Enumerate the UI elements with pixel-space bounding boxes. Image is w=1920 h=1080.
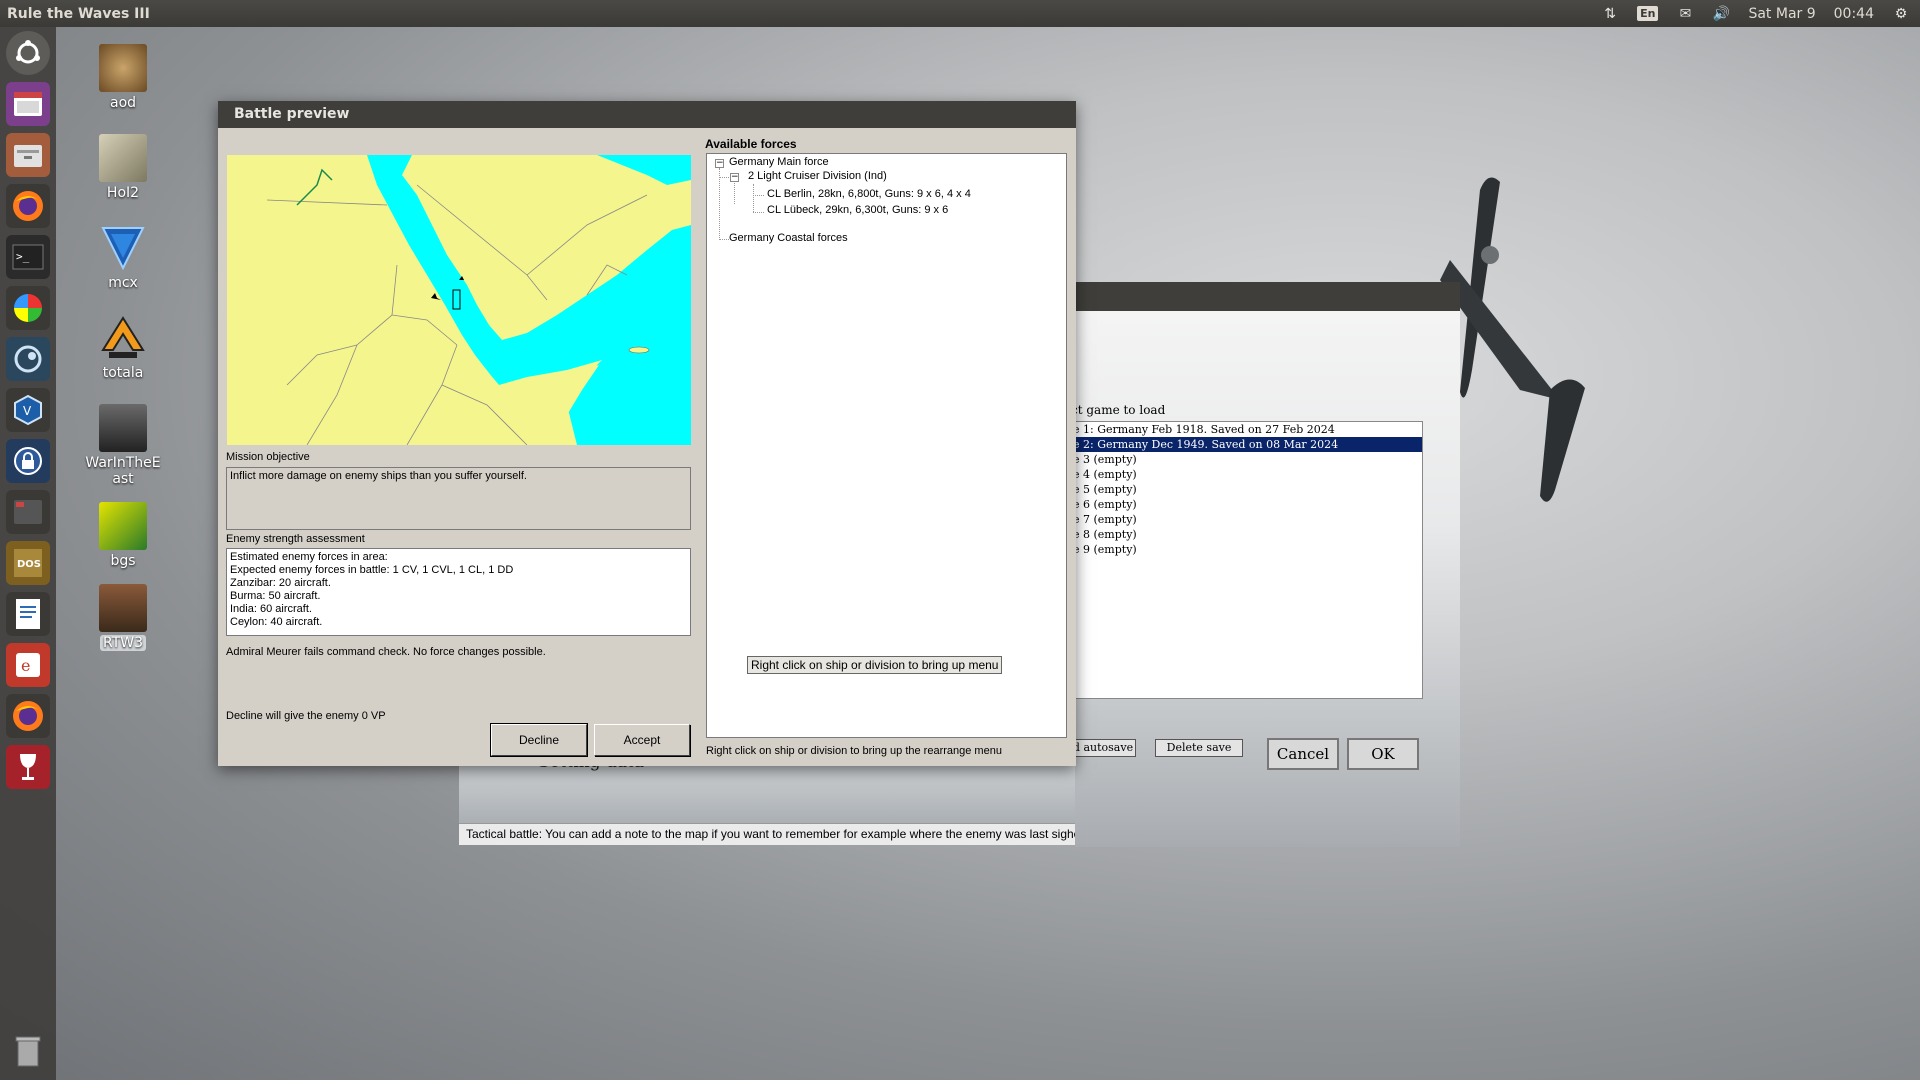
enemy-strength-line: India: 60 aircraft.: [230, 603, 312, 615]
collapse-main-force-toggle[interactable]: −: [715, 159, 724, 168]
decline-note-text: Decline will give the enemy 0 VP: [226, 710, 386, 722]
desktop-icon-label: mcx: [108, 275, 138, 291]
date-display[interactable]: Sat Mar 9: [1748, 6, 1815, 22]
colorful-app-icon[interactable]: [6, 286, 50, 330]
desktop-icon-warintheeast[interactable]: WarInTheEast: [78, 404, 168, 487]
rtw3-icon: [99, 584, 147, 632]
top-panel: Rule the Waves III ⇅ En ✉ 🔊 Sat Mar 9 00…: [0, 0, 1920, 27]
enemy-strength-line: Burma: 50 aircraft.: [230, 590, 321, 602]
load-window-body: ct game to load e 1: Germany Feb 1918. S…: [1070, 311, 1460, 847]
tree-node-ship[interactable]: CL Berlin, 28kn, 6,800t, Guns: 9 x 6, 4 …: [767, 188, 971, 200]
file-manager-icon[interactable]: [6, 133, 50, 177]
desktop-icon-label: HoI2: [106, 185, 140, 201]
trash-icon[interactable]: [6, 1029, 50, 1073]
mission-objective-text: Inflict more damage on enemy ships than …: [226, 467, 691, 530]
dosbox-icon[interactable]: DOS: [6, 541, 50, 585]
desktop-icon-totala[interactable]: totala: [78, 314, 168, 381]
command-check-text: Admiral Meurer fails command check. No f…: [226, 646, 546, 658]
save-slot[interactable]: e 7 (empty): [1071, 512, 1422, 527]
save-slot[interactable]: e 1: Germany Feb 1918. Saved on 27 Feb 2…: [1071, 422, 1422, 437]
svg-text:V: V: [23, 404, 32, 418]
accept-button[interactable]: Accept: [594, 724, 690, 756]
enemy-strength-line: Expected enemy forces in battle: 1 CV, 1…: [230, 564, 514, 576]
desktop-icon-label: totala: [102, 365, 144, 381]
wine-icon[interactable]: [6, 745, 50, 789]
virtualbox-icon[interactable]: V: [6, 388, 50, 432]
available-forces-title: Available forces: [705, 137, 797, 151]
desktop-icon-mcx[interactable]: mcx: [78, 224, 168, 291]
terminal-icon[interactable]: >_: [6, 235, 50, 279]
battle-preview-dialog: Battle preview Mission objective Inflict…: [218, 101, 1076, 766]
tooltip: Right click on ship or division to bring…: [747, 656, 1003, 674]
enemy-strength-line: Ceylon: 40 aircraft.: [230, 616, 323, 628]
bgs-icon: [99, 502, 147, 550]
load-window-titlebar: [1075, 282, 1460, 311]
battle-map[interactable]: [227, 155, 691, 445]
desktop-icon-bgs[interactable]: bgs: [78, 502, 168, 569]
aod-icon: [99, 44, 147, 92]
svg-text:e: e: [21, 656, 30, 675]
save-slot[interactable]: e 4 (empty): [1071, 467, 1422, 482]
desktop-icon-label: RTW3: [99, 635, 146, 651]
app-title: Rule the Waves III: [7, 5, 150, 22]
rearrange-hint-text: Right click on ship or division to bring…: [706, 745, 1002, 757]
volume-icon[interactable]: 🔊: [1712, 5, 1730, 23]
files-window-icon[interactable]: [6, 82, 50, 126]
desktop-icon-label: aod: [109, 95, 137, 111]
battle-preview-titlebar: Battle preview: [218, 101, 1076, 128]
svg-text:>_: >_: [16, 250, 30, 263]
mission-objective-label: Mission objective: [226, 451, 310, 463]
enemy-strength-line: Estimated enemy forces in area:: [230, 551, 388, 563]
mail-icon[interactable]: ✉: [1676, 5, 1694, 23]
save-slot[interactable]: e 6 (empty): [1071, 497, 1422, 512]
collapse-division-toggle[interactable]: −: [730, 173, 739, 182]
save-slot[interactable]: e 5 (empty): [1071, 482, 1422, 497]
time-display[interactable]: 00:44: [1834, 6, 1874, 22]
tree-node-coastal-forces[interactable]: Germany Coastal forces: [729, 232, 848, 244]
mcx-icon: [99, 224, 147, 272]
save-slot-selected[interactable]: e 2: Germany Dec 1949. Saved on 08 Mar 2…: [1071, 437, 1422, 452]
ubuntu-dash-icon[interactable]: [6, 31, 50, 75]
firefox-2-icon[interactable]: [6, 694, 50, 738]
steam-icon[interactable]: [6, 337, 50, 381]
save-slot-list[interactable]: e 1: Germany Feb 1918. Saved on 27 Feb 2…: [1070, 421, 1423, 699]
available-forces-tree[interactable]: − Germany Main force − 2 Light Cruiser D…: [706, 153, 1067, 738]
firefox-icon[interactable]: [6, 184, 50, 228]
dialog-title: Battle preview: [234, 106, 350, 122]
mission-objective-value: Inflict more damage on enemy ships than …: [230, 470, 527, 482]
text-editor-icon[interactable]: e: [6, 643, 50, 687]
enemy-strength-text: Estimated enemy forces in area: Expected…: [226, 548, 691, 636]
keyboard-layout-indicator[interactable]: En: [1637, 6, 1659, 21]
libreoffice-writer-icon[interactable]: [6, 592, 50, 636]
desktop-icon-aod[interactable]: aod: [78, 44, 168, 111]
save-slot[interactable]: e 8 (empty): [1071, 527, 1422, 542]
enemy-strength-label: Enemy strength assessment: [226, 533, 365, 545]
save-slot[interactable]: e 9 (empty): [1071, 542, 1422, 557]
decline-button[interactable]: Decline: [490, 723, 588, 757]
select-game-label: ct game to load: [1071, 403, 1166, 417]
gear-icon[interactable]: ⚙: [1892, 5, 1910, 23]
cancel-button[interactable]: Cancel: [1267, 738, 1339, 770]
enemy-strength-line: Zanzibar: 20 aircraft.: [230, 577, 331, 589]
desktop-icon-label: bgs: [110, 553, 136, 569]
svg-text:DOS: DOS: [17, 559, 41, 570]
desktop-icon-hoi2[interactable]: HoI2: [78, 134, 168, 201]
lock-icon[interactable]: [6, 439, 50, 483]
save-slot[interactable]: e 3 (empty): [1071, 452, 1422, 467]
warintheeast-icon: [99, 404, 147, 452]
tree-node-ship[interactable]: CL Lübeck, 29kn, 6,300t, Guns: 9 x 6: [767, 204, 948, 216]
desktop-icon-rtw3[interactable]: RTW3: [78, 584, 168, 651]
launcher: >_ V DOS e: [0, 27, 56, 1080]
desktop-icon-label: WarInTheEast: [85, 455, 161, 487]
load-game-window: ct game to load e 1: Germany Feb 1918. S…: [1070, 282, 1460, 847]
ok-button[interactable]: OK: [1347, 738, 1419, 770]
load-autosave-button[interactable]: d autosave: [1070, 739, 1136, 757]
tree-node-division[interactable]: 2 Light Cruiser Division (Ind): [748, 170, 887, 182]
dark-window-icon[interactable]: [6, 490, 50, 534]
delete-save-button[interactable]: Delete save: [1155, 739, 1243, 757]
network-arrows-icon[interactable]: ⇅: [1601, 5, 1619, 23]
tree-node-main-force[interactable]: Germany Main force: [729, 156, 829, 168]
hoi2-icon: [99, 134, 147, 182]
totala-icon: [99, 314, 147, 362]
